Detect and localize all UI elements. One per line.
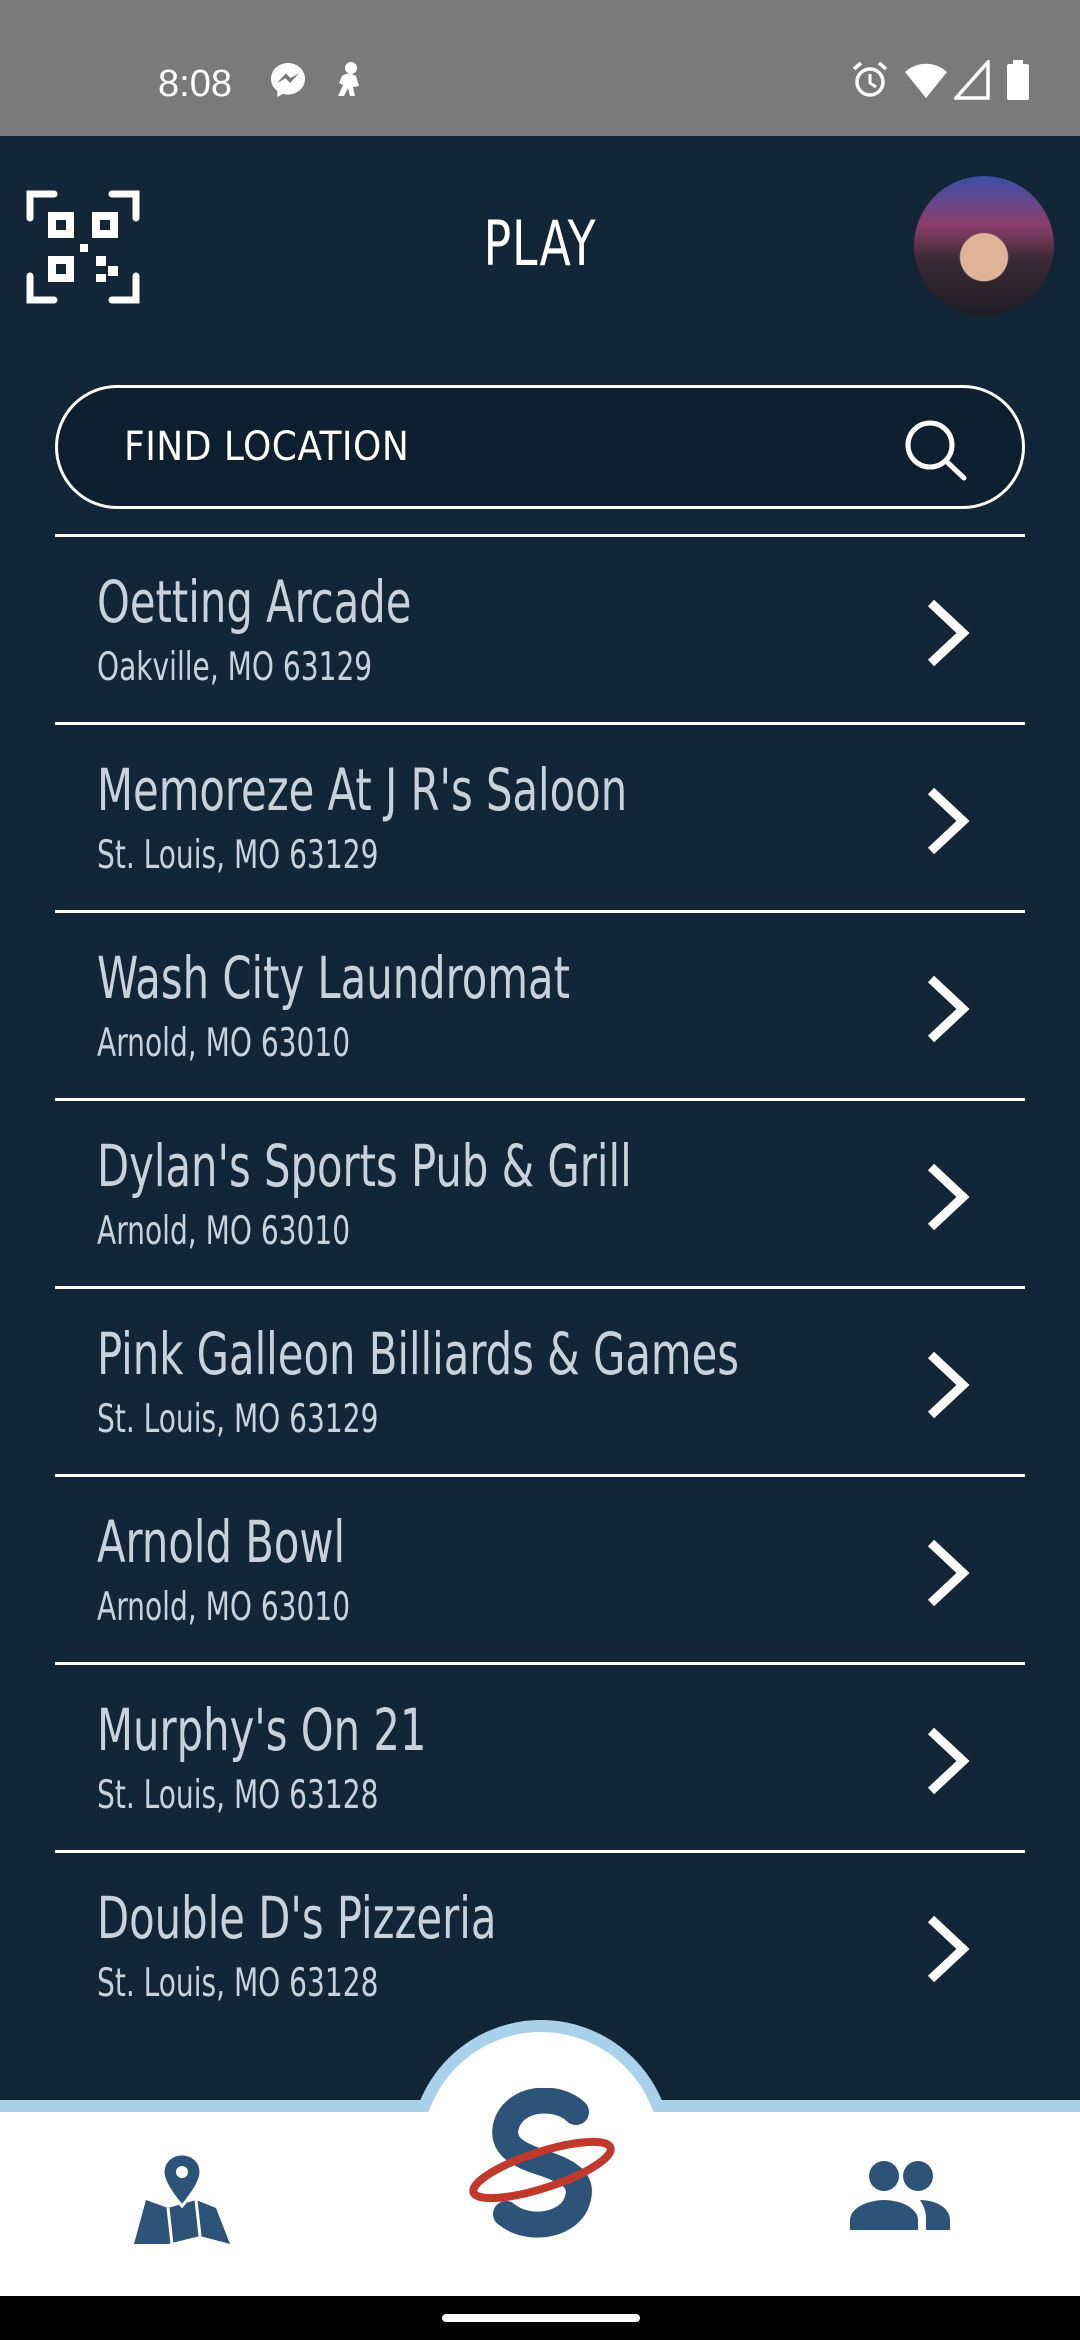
- search-icon[interactable]: [900, 416, 970, 482]
- location-name: Arnold Bowl: [97, 1508, 346, 1576]
- location-address: Oakville, MO 63129: [97, 645, 373, 690]
- search-input[interactable]: [122, 388, 902, 506]
- chevron-right-icon: [927, 1351, 970, 1419]
- location-row[interactable]: Dylan's Sports Pub & Grill Arnold, MO 63…: [55, 1101, 1025, 1289]
- location-address: Arnold, MO 63010: [97, 1209, 351, 1254]
- location-name: Wash City Laundromat: [97, 944, 570, 1012]
- location-row[interactable]: Arnold Bowl Arnold, MO 63010: [55, 1477, 1025, 1665]
- location-row[interactable]: Memoreze At J R's Saloon St. Louis, MO 6…: [55, 725, 1025, 913]
- location-row[interactable]: Oetting Arcade Oakville, MO 63129: [55, 537, 1025, 725]
- location-row[interactable]: Pink Galleon Billiards & Games St. Louis…: [55, 1289, 1025, 1477]
- location-address: St. Louis, MO 63128: [97, 1961, 379, 2006]
- chevron-right-icon: [927, 599, 970, 667]
- location-name: Pink Galleon Billiards & Games: [97, 1320, 740, 1388]
- chevron-right-icon: [927, 1539, 970, 1607]
- wifi-icon: [905, 63, 947, 98]
- chevron-right-icon: [927, 1727, 970, 1795]
- notification-icon: [338, 62, 359, 96]
- location-address: St. Louis, MO 63129: [97, 1397, 379, 1442]
- profile-avatar[interactable]: [914, 176, 1054, 316]
- battery-icon: [1007, 60, 1029, 100]
- location-row[interactable]: Double D's Pizzeria St. Louis, MO 63128: [55, 1853, 1025, 2041]
- chevron-right-icon: [927, 1163, 970, 1231]
- location-address: Arnold, MO 63010: [97, 1585, 351, 1630]
- status-bar: 8:08: [0, 0, 1080, 136]
- chevron-right-icon: [927, 1915, 970, 1983]
- app-logo-icon[interactable]: [466, 2088, 622, 2244]
- location-name: Dylan's Sports Pub & Grill: [97, 1132, 632, 1200]
- search-bar: [55, 385, 1025, 509]
- chevron-right-icon: [927, 975, 970, 1043]
- signal-icon: [954, 60, 990, 100]
- messenger-icon: [271, 63, 305, 97]
- chevron-right-icon: [927, 787, 970, 855]
- map-icon[interactable]: [130, 2150, 234, 2246]
- location-name: Double D's Pizzeria: [97, 1884, 497, 1952]
- friends-icon[interactable]: [848, 2160, 952, 2232]
- location-address: Arnold, MO 63010: [97, 1021, 351, 1066]
- location-address: St. Louis, MO 63128: [97, 1773, 379, 1818]
- location-row[interactable]: Wash City Laundromat Arnold, MO 63010: [55, 913, 1025, 1101]
- location-name: Oetting Arcade: [97, 568, 412, 636]
- location-name: Murphy's On 21: [97, 1696, 427, 1764]
- home-gesture-bar[interactable]: [442, 2314, 640, 2322]
- page-title: PLAY: [483, 207, 597, 280]
- play-screen: PLAY Oetting Arcade Oakville, MO 63129 M…: [0, 136, 1080, 2340]
- location-name: Memoreze At J R's Saloon: [97, 756, 628, 824]
- location-row[interactable]: Murphy's On 21 St. Louis, MO 63128: [55, 1665, 1025, 1853]
- location-list: Oetting Arcade Oakville, MO 63129 Memore…: [55, 534, 1025, 2041]
- status-time: 8:08: [158, 63, 232, 105]
- alarm-icon: [852, 61, 888, 97]
- location-address: St. Louis, MO 63129: [97, 833, 379, 878]
